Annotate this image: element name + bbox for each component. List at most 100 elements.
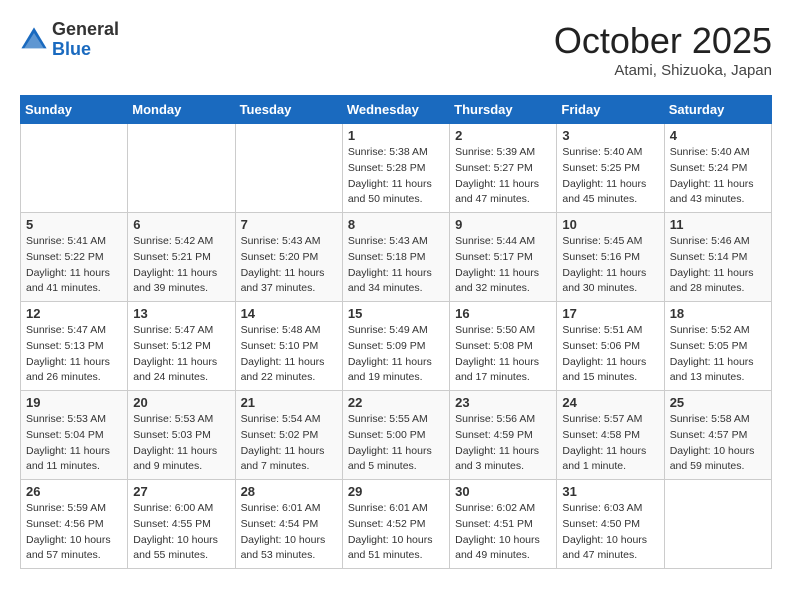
day-info: Sunrise: 5:54 AMSunset: 5:02 PMDaylight:… (241, 412, 337, 475)
day-number: 22 (348, 395, 444, 410)
day-info: Sunrise: 5:42 AMSunset: 5:21 PMDaylight:… (133, 234, 229, 297)
day-header-thursday: Thursday (450, 96, 557, 124)
day-info: Sunrise: 5:50 AMSunset: 5:08 PMDaylight:… (455, 323, 551, 386)
day-info: Sunrise: 5:58 AMSunset: 4:57 PMDaylight:… (670, 412, 766, 475)
calendar-cell: 30 Sunrise: 6:02 AMSunset: 4:51 PMDayligh… (450, 480, 557, 569)
day-info: Sunrise: 5:43 AMSunset: 5:18 PMDaylight:… (348, 234, 444, 297)
page-header: General Blue October 2025 Atami, Shizuok… (20, 20, 772, 79)
calendar: SundayMondayTuesdayWednesdayThursdayFrid… (20, 95, 772, 569)
day-number: 20 (133, 395, 229, 410)
calendar-cell: 2Sunrise: 5:39 AMSunset: 5:27 PMDaylight… (450, 124, 557, 213)
calendar-week-1: 1Sunrise: 5:38 AMSunset: 5:28 PMDaylight… (21, 124, 772, 213)
day-info: Sunrise: 5:55 AMSunset: 5:00 PMDaylight:… (348, 412, 444, 475)
location: Atami, Shizuoka, Japan (554, 62, 772, 79)
day-number: 10 (562, 217, 658, 232)
day-info: Sunrise: 5:44 AMSunset: 5:17 PMDaylight:… (455, 234, 551, 297)
day-number: 14 (241, 306, 337, 321)
calendar-cell: 18 Sunrise: 5:52 AMSunset: 5:05 PMDayligh… (664, 302, 771, 391)
day-number: 15 (348, 306, 444, 321)
calendar-cell: 7Sunrise: 5:43 AMSunset: 5:20 PMDaylight… (235, 213, 342, 302)
month-title: October 2025 (554, 20, 772, 62)
day-info: Sunrise: 6:00 AMSunset: 4:55 PMDaylight:… (133, 501, 229, 564)
calendar-cell: 19 Sunrise: 5:53 AMSunset: 5:04 PMDayligh… (21, 391, 128, 480)
day-header-saturday: Saturday (664, 96, 771, 124)
day-info: Sunrise: 5:56 AMSunset: 4:59 PMDaylight:… (455, 412, 551, 475)
day-info: Sunrise: 5:40 AMSunset: 5:24 PMDaylight:… (670, 145, 766, 208)
day-info: Sunrise: 5:38 AMSunset: 5:28 PMDaylight:… (348, 145, 444, 208)
calendar-cell: 26Sunrise: 5:59 AMSunset: 4:56 PMDayligh… (21, 480, 128, 569)
calendar-cell: 10Sunrise: 5:45 AMSunset: 5:16 PMDayligh… (557, 213, 664, 302)
calendar-week-3: 12 Sunrise: 5:47 AMSunset: 5:13 PMDayligh… (21, 302, 772, 391)
calendar-cell (128, 124, 235, 213)
calendar-cell: 3Sunrise: 5:40 AMSunset: 5:25 PMDaylight… (557, 124, 664, 213)
day-info: Sunrise: 5:47 AMSunset: 5:13 PMDaylight:… (26, 323, 122, 386)
calendar-cell (21, 124, 128, 213)
calendar-cell: 9 Sunrise: 5:44 AMSunset: 5:17 PMDaylight… (450, 213, 557, 302)
day-number: 29 (348, 484, 444, 499)
day-number: 28 (241, 484, 337, 499)
calendar-cell: 4 Sunrise: 5:40 AMSunset: 5:24 PMDaylight… (664, 124, 771, 213)
day-number: 16 (455, 306, 551, 321)
calendar-cell: 13Sunrise: 5:47 AMSunset: 5:12 PMDayligh… (128, 302, 235, 391)
calendar-cell (235, 124, 342, 213)
calendar-week-2: 5 Sunrise: 5:41 AMSunset: 5:22 PMDaylight… (21, 213, 772, 302)
day-number: 17 (562, 306, 658, 321)
day-info: Sunrise: 5:41 AMSunset: 5:22 PMDaylight:… (26, 234, 122, 297)
calendar-cell: 12 Sunrise: 5:47 AMSunset: 5:13 PMDayligh… (21, 302, 128, 391)
calendar-cell: 14 Sunrise: 5:48 AMSunset: 5:10 PMDayligh… (235, 302, 342, 391)
day-info: Sunrise: 5:53 AMSunset: 5:03 PMDaylight:… (133, 412, 229, 475)
calendar-cell: 28 Sunrise: 6:01 AMSunset: 4:54 PMDayligh… (235, 480, 342, 569)
calendar-cell: 27 Sunrise: 6:00 AMSunset: 4:55 PMDayligh… (128, 480, 235, 569)
calendar-cell: 22 Sunrise: 5:55 AMSunset: 5:00 PMDayligh… (342, 391, 449, 480)
logo-text: General Blue (52, 20, 119, 60)
day-info: Sunrise: 5:52 AMSunset: 5:05 PMDaylight:… (670, 323, 766, 386)
day-number: 24 (562, 395, 658, 410)
day-info: Sunrise: 5:46 AMSunset: 5:14 PMDaylight:… (670, 234, 766, 297)
day-number: 27 (133, 484, 229, 499)
calendar-cell: 20 Sunrise: 5:53 AMSunset: 5:03 PMDayligh… (128, 391, 235, 480)
day-info: Sunrise: 5:48 AMSunset: 5:10 PMDaylight:… (241, 323, 337, 386)
day-info: Sunrise: 6:01 AMSunset: 4:52 PMDaylight:… (348, 501, 444, 564)
calendar-cell: 1Sunrise: 5:38 AMSunset: 5:28 PMDaylight… (342, 124, 449, 213)
calendar-cell: 6 Sunrise: 5:42 AMSunset: 5:21 PMDaylight… (128, 213, 235, 302)
day-info: Sunrise: 5:53 AMSunset: 5:04 PMDaylight:… (26, 412, 122, 475)
day-info: Sunrise: 6:01 AMSunset: 4:54 PMDaylight:… (241, 501, 337, 564)
day-header-wednesday: Wednesday (342, 96, 449, 124)
day-number: 25 (670, 395, 766, 410)
day-info: Sunrise: 5:49 AMSunset: 5:09 PMDaylight:… (348, 323, 444, 386)
day-number: 4 (670, 128, 766, 143)
calendar-cell: 5 Sunrise: 5:41 AMSunset: 5:22 PMDaylight… (21, 213, 128, 302)
day-info: Sunrise: 6:02 AMSunset: 4:51 PMDaylight:… (455, 501, 551, 564)
day-info: Sunrise: 5:43 AMSunset: 5:20 PMDaylight:… (241, 234, 337, 297)
day-number: 11 (670, 217, 766, 232)
day-header-monday: Monday (128, 96, 235, 124)
calendar-cell: 8 Sunrise: 5:43 AMSunset: 5:18 PMDaylight… (342, 213, 449, 302)
day-number: 12 (26, 306, 122, 321)
day-number: 6 (133, 217, 229, 232)
calendar-cell: 21Sunrise: 5:54 AMSunset: 5:02 PMDayligh… (235, 391, 342, 480)
day-info: Sunrise: 5:40 AMSunset: 5:25 PMDaylight:… (562, 145, 658, 208)
day-number: 23 (455, 395, 551, 410)
title-block: October 2025 Atami, Shizuoka, Japan (554, 20, 772, 79)
day-info: Sunrise: 5:39 AMSunset: 5:27 PMDaylight:… (455, 145, 551, 208)
calendar-header-row: SundayMondayTuesdayWednesdayThursdayFrid… (21, 96, 772, 124)
calendar-cell: 29 Sunrise: 6:01 AMSunset: 4:52 PMDayligh… (342, 480, 449, 569)
day-info: Sunrise: 6:03 AMSunset: 4:50 PMDaylight:… (562, 501, 658, 564)
logo: General Blue (20, 20, 119, 60)
day-info: Sunrise: 5:51 AMSunset: 5:06 PMDaylight:… (562, 323, 658, 386)
calendar-week-5: 26Sunrise: 5:59 AMSunset: 4:56 PMDayligh… (21, 480, 772, 569)
day-number: 19 (26, 395, 122, 410)
calendar-cell: 16 Sunrise: 5:50 AMSunset: 5:08 PMDayligh… (450, 302, 557, 391)
day-number: 9 (455, 217, 551, 232)
day-number: 18 (670, 306, 766, 321)
logo-icon (20, 26, 48, 54)
calendar-cell: 25 Sunrise: 5:58 AMSunset: 4:57 PMDayligh… (664, 391, 771, 480)
calendar-cell: 23 Sunrise: 5:56 AMSunset: 4:59 PMDayligh… (450, 391, 557, 480)
day-number: 30 (455, 484, 551, 499)
day-number: 8 (348, 217, 444, 232)
day-header-tuesday: Tuesday (235, 96, 342, 124)
day-number: 5 (26, 217, 122, 232)
calendar-cell: 15 Sunrise: 5:49 AMSunset: 5:09 PMDayligh… (342, 302, 449, 391)
logo-general: General (52, 20, 119, 40)
day-number: 13 (133, 306, 229, 321)
